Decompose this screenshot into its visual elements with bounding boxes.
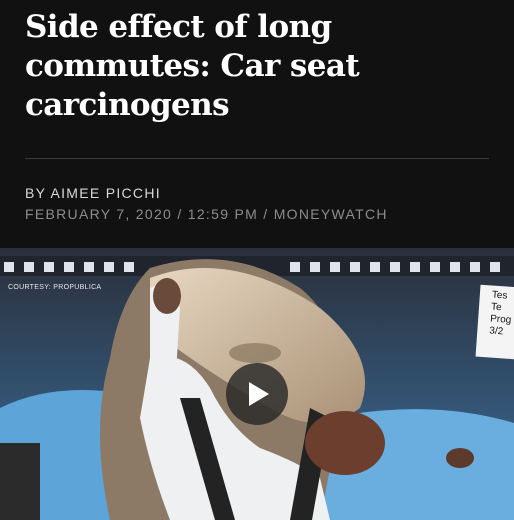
section-link[interactable]: MONEYWATCH [274,206,388,222]
publish-time: 12:59 PM [187,206,259,222]
test-card: Tes Te Prog 3/2 [475,284,514,360]
divider [25,158,489,159]
play-icon [249,382,269,406]
article-meta: FEBRUARY 7, 2020 / 12:59 PM / MONEYWATCH [25,206,388,222]
test-card-line: 3/2 [488,325,504,338]
meta-separator: / [263,206,269,222]
article-headline: Side effect of long commutes: Car seat c… [25,9,360,123]
video-credit: COURTESY: PROPUBLICA [8,284,102,291]
video-player[interactable]: COURTESY: PROPUBLICA Tes Te Prog 3/2 [0,248,514,520]
meta-separator: / [177,206,183,222]
publish-date: FEBRUARY 7, 2020 [25,206,173,222]
play-button[interactable] [226,363,288,425]
author-byline[interactable]: BY AIMEE PICCHI [25,185,161,201]
